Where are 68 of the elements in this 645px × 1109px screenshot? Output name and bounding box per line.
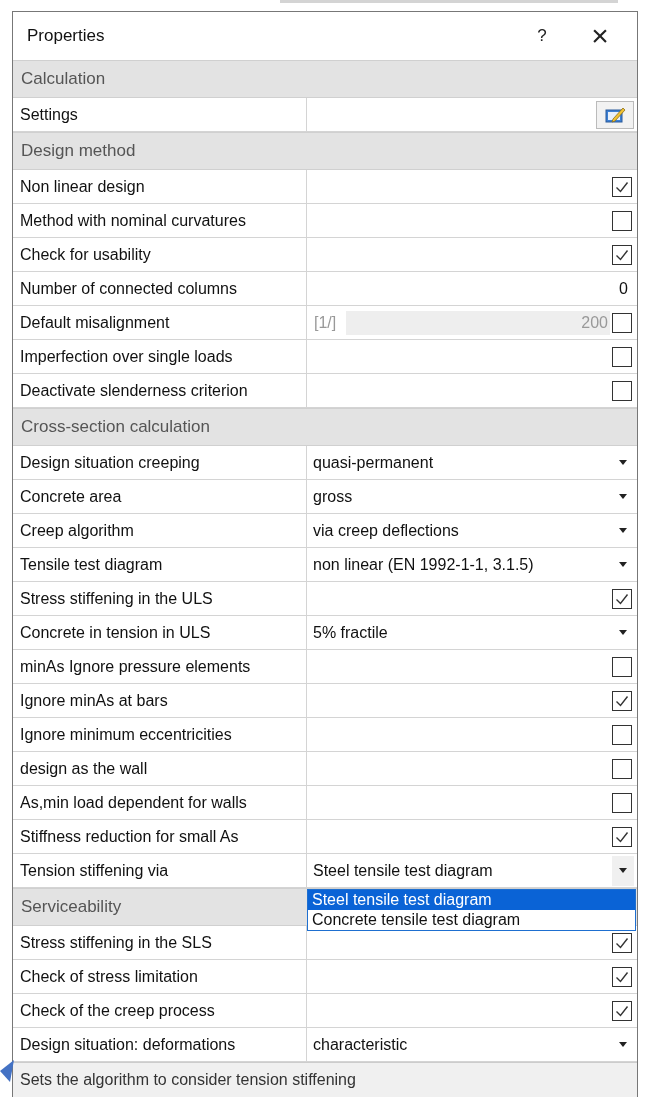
- checkbox[interactable]: [612, 690, 632, 711]
- property-label: Non linear design: [13, 170, 307, 203]
- caret-icon: [619, 460, 627, 465]
- dropdown-field[interactable]: characteristic: [307, 1028, 634, 1061]
- property-label: Concrete in tension in ULS: [13, 616, 307, 649]
- property-label: Number of connected columns: [13, 272, 307, 305]
- caret-icon: [619, 868, 627, 873]
- property-label: Check of stress limitation: [13, 960, 307, 993]
- dropdown-field[interactable]: gross: [307, 480, 634, 513]
- property-label: Design situation: deformations: [13, 1028, 307, 1061]
- property-label: Ignore minAs at bars: [13, 684, 307, 717]
- property-label: Method with nominal curvatures: [13, 204, 307, 237]
- caret-icon: [619, 630, 627, 635]
- checkbox[interactable]: [612, 724, 632, 745]
- checkbox[interactable]: [612, 588, 632, 609]
- property-label: Ignore minimum eccentricities: [13, 718, 307, 751]
- pointer-arrow-icon: [0, 1060, 14, 1082]
- caret-icon: [619, 528, 627, 533]
- checkbox[interactable]: [612, 656, 632, 677]
- close-button[interactable]: ×: [571, 14, 629, 58]
- checkbox[interactable]: [612, 244, 632, 265]
- property-label: Deactivate slenderness criterion: [13, 374, 307, 407]
- property-label: As,min load dependent for walls: [13, 786, 307, 819]
- caret-icon: [619, 562, 627, 567]
- section-header[interactable]: Calculation: [13, 60, 637, 98]
- checkbox[interactable]: [612, 792, 632, 813]
- checkbox[interactable]: [612, 176, 632, 197]
- property-label: Tensile test diagram: [13, 548, 307, 581]
- unit-prefix: [1/]: [313, 313, 338, 332]
- value-text: 0: [619, 279, 629, 298]
- checkbox[interactable]: [612, 380, 632, 401]
- value-text: 200: [346, 310, 610, 335]
- edit-icon: [604, 105, 626, 124]
- checkbox[interactable]: [612, 826, 632, 847]
- property-label: design as the wall: [13, 752, 307, 785]
- checkbox[interactable]: [612, 1000, 632, 1021]
- edit-button[interactable]: [596, 100, 634, 129]
- caret-icon: [619, 1042, 627, 1047]
- help-button[interactable]: ?: [513, 14, 571, 58]
- checkbox[interactable]: [612, 966, 632, 987]
- caret-icon: [619, 494, 627, 499]
- property-label: Check for usability: [13, 238, 307, 271]
- dropdown-field[interactable]: quasi-permanent: [307, 446, 634, 479]
- property-label: minAs Ignore pressure elements: [13, 650, 307, 683]
- dropdown-field[interactable]: Steel tensile test diagram: [307, 854, 634, 887]
- property-label: Concrete area: [13, 480, 307, 513]
- dropdown-field[interactable]: via creep deflections: [307, 514, 634, 547]
- description-text: Sets the algorithm to consider tension stiffening: [13, 1062, 637, 1097]
- property-label: Creep algorithm: [13, 514, 307, 547]
- property-label: Stiffness reduction for small As: [13, 820, 307, 853]
- checkbox[interactable]: [612, 758, 632, 779]
- checkbox[interactable]: [612, 210, 632, 231]
- dropdown-option[interactable]: Steel tensile test diagram: [308, 890, 635, 910]
- property-label: Design situation creeping: [13, 446, 307, 479]
- window-title: Properties: [27, 26, 106, 46]
- property-label: Imperfection over single loads: [13, 340, 307, 373]
- property-label: Stress stiffening in the SLS: [13, 926, 307, 959]
- property-label: Tension stiffening via: [13, 854, 307, 887]
- dropdown-field[interactable]: non linear (EN 1992-1-1, 3.1.5): [307, 548, 634, 581]
- section-header[interactable]: Cross-section calculation: [13, 408, 637, 446]
- property-label: Default misalignment: [13, 306, 307, 339]
- section-header[interactable]: Design method: [13, 132, 637, 170]
- checkbox[interactable]: [612, 932, 632, 953]
- property-label: Settings: [13, 98, 307, 131]
- property-label: Stress stiffening in the ULS: [13, 582, 307, 615]
- checkbox[interactable]: [612, 346, 632, 367]
- property-label: Check of the creep process: [13, 994, 307, 1027]
- dropdown-field[interactable]: 5% fractile: [307, 616, 634, 649]
